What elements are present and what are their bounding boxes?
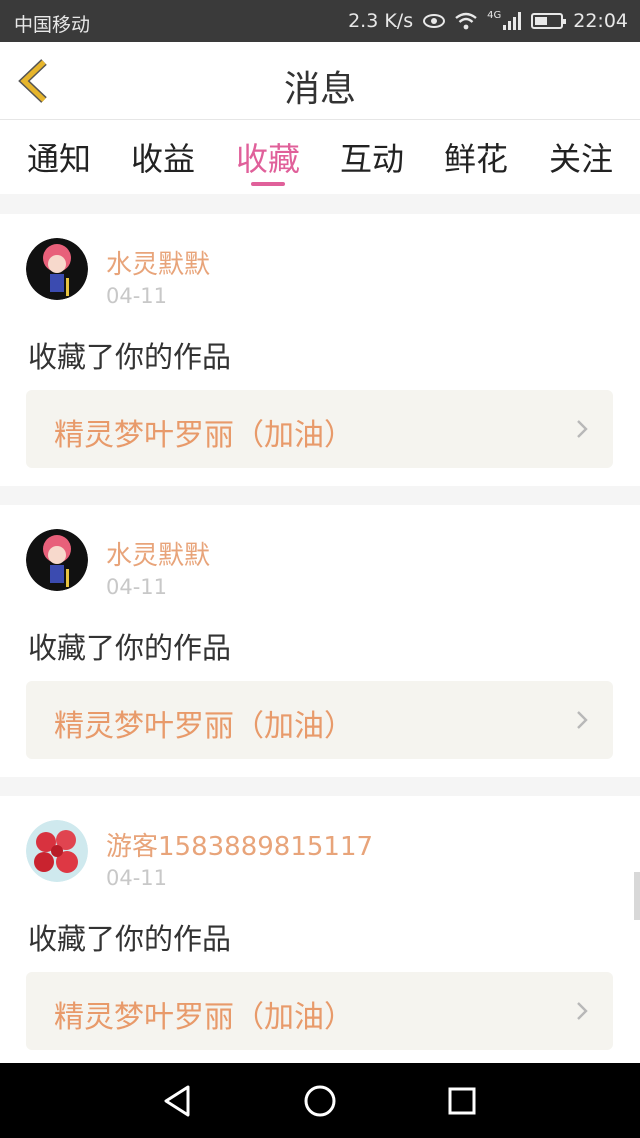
- tab-notifications[interactable]: 通知: [6, 134, 112, 192]
- action-text: 收藏了你的作品: [28, 631, 232, 665]
- tab-interactions[interactable]: 互动: [319, 134, 425, 192]
- username[interactable]: 水灵默默: [106, 244, 210, 281]
- username[interactable]: 游客1583889815117: [106, 826, 373, 863]
- action-text: 收藏了你的作品: [28, 340, 232, 374]
- tab-label: 鲜花: [443, 140, 508, 178]
- chevron-right-icon: [577, 1002, 588, 1020]
- chevron-right-icon: [577, 711, 588, 729]
- network-speed: 2.3 K/s: [348, 10, 414, 32]
- work-title: 精灵梦叶罗丽（加油）: [54, 1000, 354, 1035]
- tab-following[interactable]: 关注: [528, 134, 634, 192]
- wifi-icon: [455, 12, 477, 30]
- header: 消息: [0, 42, 640, 120]
- user-avatar[interactable]: [26, 529, 88, 591]
- network-type-label: 4G: [487, 10, 502, 21]
- recents-square-icon[interactable]: [442, 1081, 482, 1121]
- date: 04-11: [106, 866, 168, 890]
- battery-icon: [531, 13, 567, 29]
- tab-label: 通知: [26, 140, 91, 178]
- tab-label: 互动: [339, 140, 404, 178]
- system-nav-bar: [0, 1063, 640, 1138]
- username[interactable]: 水灵默默: [106, 535, 210, 572]
- work-link[interactable]: 精灵梦叶罗丽（加油）: [26, 681, 613, 759]
- work-title: 精灵梦叶罗丽（加油）: [54, 418, 354, 453]
- tab-flowers[interactable]: 鲜花: [423, 134, 529, 192]
- user-avatar[interactable]: [26, 820, 88, 882]
- chevron-right-icon: [577, 420, 588, 438]
- tab-bar: 通知 收益 收藏 互动 鲜花 关注: [0, 120, 640, 194]
- notification-card: 水灵默默 04-11 收藏了你的作品 精灵梦叶罗丽（加油）: [0, 505, 640, 777]
- notification-card: 水灵默默 04-11 收藏了你的作品 精灵梦叶罗丽（加油）: [0, 214, 640, 486]
- clock: 22:04: [573, 10, 628, 32]
- tab-label: 收藏: [235, 140, 300, 178]
- page-title: 消息: [283, 69, 356, 110]
- tab-label: 收益: [130, 140, 195, 178]
- tab-label: 关注: [548, 140, 613, 178]
- status-icons: 2.3 K/s 4G 22:04: [348, 10, 628, 32]
- work-link[interactable]: 精灵梦叶罗丽（加油）: [26, 390, 613, 468]
- home-circle-icon[interactable]: [300, 1081, 340, 1121]
- date: 04-11: [106, 284, 168, 308]
- signal-icon: [503, 12, 522, 30]
- back-triangle-icon[interactable]: [158, 1081, 198, 1121]
- carrier-label: 中国移动: [14, 14, 91, 36]
- eye-icon: [423, 14, 446, 28]
- status-bar: 中国移动 2.3 K/s 4G 22:04: [0, 0, 640, 42]
- action-text: 收藏了你的作品: [28, 922, 232, 956]
- notification-card: 游客1583889815117 04-11 收藏了你的作品 精灵梦叶罗丽（加油）: [0, 796, 640, 1068]
- user-avatar[interactable]: [26, 238, 88, 300]
- tab-earnings[interactable]: 收益: [110, 134, 216, 192]
- scrollbar[interactable]: [634, 872, 640, 920]
- work-title: 精灵梦叶罗丽（加油）: [54, 709, 354, 744]
- work-link[interactable]: 精灵梦叶罗丽（加油）: [26, 972, 613, 1050]
- active-tab-indicator: [251, 182, 285, 186]
- tab-favorites[interactable]: 收藏: [215, 134, 321, 192]
- date: 04-11: [106, 575, 168, 599]
